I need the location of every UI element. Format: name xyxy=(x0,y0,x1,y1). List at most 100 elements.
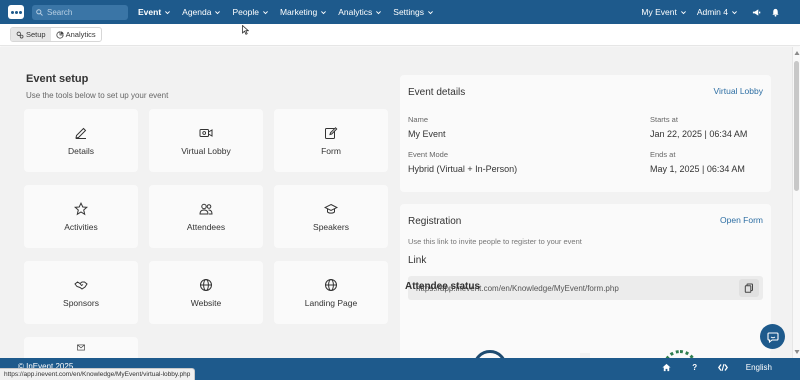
chevron-down-icon xyxy=(165,10,171,14)
event-mode-label: Event Mode xyxy=(408,150,449,159)
inevent-logo[interactable] xyxy=(8,5,24,19)
event-details-panel: Event details Virtual Lobby Name My Even… xyxy=(400,75,771,192)
tab-analytics[interactable]: Analytics xyxy=(51,28,101,41)
search-input[interactable]: Search xyxy=(32,4,128,20)
graduation-cap-icon xyxy=(324,203,338,214)
nav-event-label: Event xyxy=(138,7,162,17)
chevron-down-icon xyxy=(428,10,433,14)
registration-panel: Registration Open Form Use this link to … xyxy=(400,204,771,353)
chat-icon xyxy=(766,331,779,343)
nav-marketing[interactable]: Marketing xyxy=(280,7,327,17)
scrollbar-thumb[interactable] xyxy=(794,61,799,191)
event-selector-label: My Event xyxy=(641,7,677,17)
tile-form[interactable]: Form xyxy=(274,109,388,172)
chevron-down-icon xyxy=(215,10,221,14)
chevron-down-icon xyxy=(321,10,327,14)
tile-attendees[interactable]: Attendees xyxy=(149,185,263,248)
mouse-cursor-icon xyxy=(242,25,249,35)
tile-speakers-label: Speakers xyxy=(313,221,349,232)
tile-email[interactable] xyxy=(24,337,138,358)
virtual-lobby-link[interactable]: Virtual Lobby xyxy=(714,86,763,96)
tab-analytics-label: Analytics xyxy=(65,30,96,39)
event-setup-subtitle: Use the tools below to set up your event xyxy=(26,91,169,100)
ends-value: May 1, 2025 | 06:34 AM xyxy=(650,164,745,174)
nav-marketing-label: Marketing xyxy=(279,7,318,17)
event-setup-title: Event setup xyxy=(26,73,89,85)
copy-button[interactable] xyxy=(739,279,759,297)
tile-virtual-lobby[interactable]: Virtual Lobby xyxy=(149,109,263,172)
pencil-icon xyxy=(75,127,87,139)
tile-speakers[interactable]: Speakers xyxy=(274,185,388,248)
tile-attendees-label: Attendees xyxy=(186,221,226,232)
megaphone-icon[interactable] xyxy=(752,8,761,17)
home-icon[interactable] xyxy=(662,362,672,372)
sub-toolbar: Setup Analytics xyxy=(0,24,800,46)
status-donut xyxy=(473,350,507,358)
nav-analytics[interactable]: Analytics xyxy=(338,7,382,17)
tile-landing-page-label: Landing Page xyxy=(304,297,358,308)
admin-menu[interactable]: Admin 4 xyxy=(697,7,738,17)
handshake-icon xyxy=(74,280,88,290)
tile-landing-page[interactable]: Landing Page xyxy=(274,261,388,324)
main-content: Event setup Use the tools below to set u… xyxy=(0,47,792,358)
edit-icon xyxy=(325,126,338,139)
registration-note: Use this link to invite people to regist… xyxy=(408,237,582,246)
footer-actions: ? English xyxy=(644,362,772,372)
tile-form-label: Form xyxy=(321,145,341,156)
bell-icon[interactable] xyxy=(771,8,780,17)
attendee-status-card-2 xyxy=(590,347,770,358)
tile-activities-label: Activities xyxy=(64,221,98,232)
event-mode-value: Hybrid (Virtual + In-Person) xyxy=(408,164,518,174)
star-icon xyxy=(74,201,88,215)
page-scrollbar[interactable] xyxy=(792,47,800,358)
open-form-link[interactable]: Open Form xyxy=(720,215,763,225)
event-details-title: Event details xyxy=(408,87,466,98)
top-navbar: Search Event Agenda People Marketing Ana… xyxy=(0,0,800,24)
scroll-up-icon[interactable] xyxy=(794,50,800,56)
status-bar-url: https://app.inevent.com/en/Knowledge/MyE… xyxy=(0,368,196,380)
video-icon xyxy=(199,128,213,137)
registration-title: Registration xyxy=(408,216,462,227)
chevron-down-icon xyxy=(732,10,737,14)
nav-agenda[interactable]: Agenda xyxy=(182,7,221,17)
search-icon xyxy=(36,8,43,16)
code-icon[interactable] xyxy=(717,362,728,372)
tile-website-label: Website xyxy=(190,297,222,308)
tab-setup[interactable]: Setup xyxy=(11,28,51,41)
tile-virtual-lobby-label: Virtual Lobby xyxy=(181,145,231,156)
language-selector[interactable]: English xyxy=(746,363,772,372)
starts-label: Starts at xyxy=(650,115,678,124)
status-donut xyxy=(663,350,697,358)
nav-settings[interactable]: Settings xyxy=(393,7,434,17)
ends-label: Ends at xyxy=(650,150,676,159)
help-icon[interactable]: ? xyxy=(690,362,700,372)
chevron-down-icon xyxy=(262,10,268,14)
nav-right: My Event Admin 4 xyxy=(641,0,786,24)
tile-website[interactable]: Website xyxy=(149,261,263,324)
settings-icon xyxy=(16,31,24,38)
search-placeholder: Search xyxy=(47,7,73,17)
users-icon xyxy=(199,203,213,214)
tile-sponsors-label: Sponsors xyxy=(63,297,99,308)
attendee-status-card-1 xyxy=(400,347,580,358)
tile-activities[interactable]: Activities xyxy=(24,185,138,248)
chevron-down-icon xyxy=(376,10,382,14)
starts-value: Jan 22, 2025 | 06:34 AM xyxy=(650,129,748,139)
chat-button[interactable] xyxy=(760,324,785,349)
view-tabs: Setup Analytics xyxy=(10,27,102,42)
name-label: Name xyxy=(408,115,429,124)
nav-people[interactable]: People xyxy=(232,7,268,17)
nav-event[interactable]: Event xyxy=(138,7,171,17)
tile-details[interactable]: Details xyxy=(24,109,138,172)
chart-icon xyxy=(56,30,64,39)
tile-sponsors[interactable]: Sponsors xyxy=(24,261,138,324)
link-label: Link xyxy=(408,255,427,266)
attendee-status-title: Attendee status xyxy=(405,281,481,292)
globe-icon xyxy=(200,278,212,291)
scroll-down-icon[interactable] xyxy=(794,349,800,355)
name-value: My Event xyxy=(408,129,446,139)
event-selector[interactable]: My Event xyxy=(641,7,686,17)
main-nav: Event Agenda People Marketing Analytics … xyxy=(138,7,445,17)
nav-analytics-label: Analytics xyxy=(338,7,373,17)
mail-icon xyxy=(77,344,85,351)
